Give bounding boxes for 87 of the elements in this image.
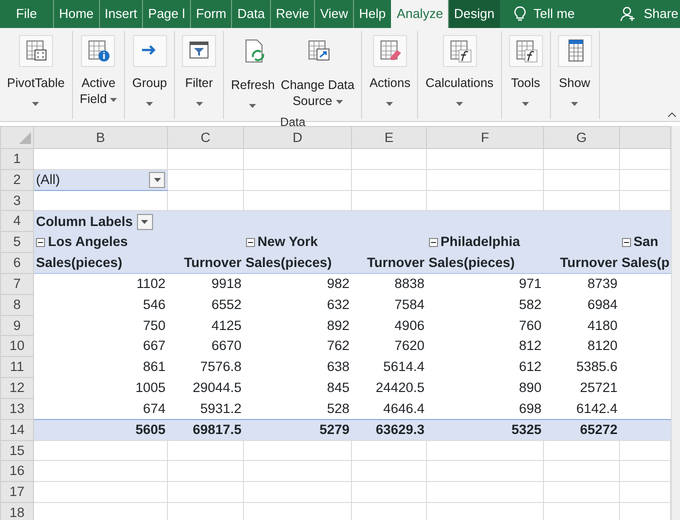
field-header: Sales(pieces) (34, 252, 168, 274)
row-number[interactable]: 13 (0, 398, 34, 420)
field-header: Turnover (168, 252, 244, 274)
city-label: Philadelphia (440, 234, 520, 250)
city-label: San (634, 234, 658, 250)
ribbon-button[interactable]: Calculations (422, 31, 497, 111)
total-cell: 65272 (544, 419, 620, 440)
caret-icon (110, 98, 118, 102)
ribbon-button[interactable]: Refresh (228, 31, 278, 113)
total-cell: 69817.5 (168, 419, 244, 440)
caret-icon (154, 178, 160, 182)
field-header: Turnover (352, 252, 426, 274)
field-header: Sales(pieces) (426, 252, 544, 274)
ribbon-button[interactable]: Group (129, 31, 170, 111)
table-cell: 861 (34, 356, 168, 378)
field-header: Turnover (544, 252, 620, 274)
row-number[interactable]: 10 (0, 336, 34, 357)
caret-icon (32, 102, 40, 106)
row-number[interactable]: 6 (0, 252, 34, 274)
dropdown-button[interactable] (149, 172, 165, 188)
row-number[interactable]: 1 (0, 148, 34, 170)
table-cell: 750 (34, 315, 168, 336)
caret-icon (336, 100, 343, 104)
city-label: New York (258, 234, 318, 250)
column-header[interactable]: D (244, 126, 352, 148)
column-header[interactable]: G (544, 126, 620, 148)
ribbon-tab[interactable]: Analyze (390, 0, 448, 28)
row-number[interactable]: 15 (0, 440, 34, 461)
row-number[interactable]: 9 (0, 315, 34, 336)
person-add-icon (620, 6, 636, 22)
ribbon-button[interactable]: Change Data Source (278, 31, 358, 109)
caret-icon (196, 102, 203, 106)
filter-value: (All) (36, 170, 60, 189)
total-cell: 5325 (426, 419, 544, 440)
vertical-scrollbar[interactable] (671, 126, 680, 520)
row-number[interactable]: 12 (0, 378, 34, 398)
collapse-icon[interactable] (622, 238, 630, 248)
row-number[interactable]: 8 (0, 294, 34, 316)
column-header[interactable]: E (352, 126, 426, 148)
caret-icon (522, 102, 530, 106)
column-header[interactable]: F (426, 126, 544, 148)
caret-icon (456, 102, 464, 106)
share-button[interactable]: Share (614, 0, 680, 28)
row-number[interactable]: 5 (0, 232, 34, 253)
table-cell: 674 (34, 398, 168, 420)
table-cell: 667 (34, 336, 168, 357)
field-header: Sales(pieces) (244, 252, 352, 274)
caret-icon (146, 102, 154, 106)
row-number[interactable]: 7 (0, 273, 34, 294)
caret-icon (571, 102, 578, 106)
column-labels-header: Column Labels (36, 214, 133, 229)
collapse-icon[interactable] (36, 238, 45, 248)
ribbon-tab[interactable]: Design (448, 0, 500, 28)
caret-icon (386, 102, 394, 106)
ribbon-tab[interactable]: File (0, 0, 53, 28)
column-header[interactable]: C (168, 126, 244, 148)
ribbon-button[interactable]: Active Field (76, 31, 120, 107)
ribbon-button[interactable]: Actions (366, 31, 414, 111)
total-cell: 5279 (244, 419, 352, 440)
ribbon-button[interactable]: Tools (506, 31, 546, 111)
row-number[interactable]: 4 (0, 210, 34, 232)
table-cell: 546 (34, 294, 168, 316)
ribbon-button[interactable]: Show (554, 31, 595, 111)
tell-me-button[interactable]: Tell me (508, 0, 615, 28)
collapse-icon[interactable] (246, 238, 254, 248)
table-cell: 1102 (34, 273, 168, 294)
row-number[interactable]: 18 (0, 502, 34, 520)
ribbon-button[interactable]: Filter (179, 31, 220, 111)
field-header: Sales(p (620, 252, 670, 274)
lightbulb-icon (514, 6, 526, 22)
city-label: Los Angeles (48, 234, 128, 250)
ribbon-button[interactable]: PivotTable (4, 31, 68, 111)
row-number[interactable]: 2 (0, 169, 34, 190)
caret-icon (141, 220, 148, 224)
row-number[interactable]: 3 (0, 190, 34, 211)
total-cell: 63629.3 (352, 419, 426, 440)
collapse-ribbon-icon[interactable] (668, 112, 676, 117)
column-header[interactable]: B (34, 126, 168, 148)
caret-icon (249, 104, 256, 108)
row-number[interactable]: 14 (0, 419, 34, 440)
dropdown-button[interactable] (136, 214, 153, 230)
row-number[interactable]: 17 (0, 482, 34, 503)
collapse-icon[interactable] (428, 238, 438, 248)
total-cell: 5605 (34, 419, 168, 440)
row-number[interactable]: 11 (0, 356, 34, 378)
row-number[interactable]: 16 (0, 460, 34, 482)
table-cell: 1005 (34, 378, 168, 398)
